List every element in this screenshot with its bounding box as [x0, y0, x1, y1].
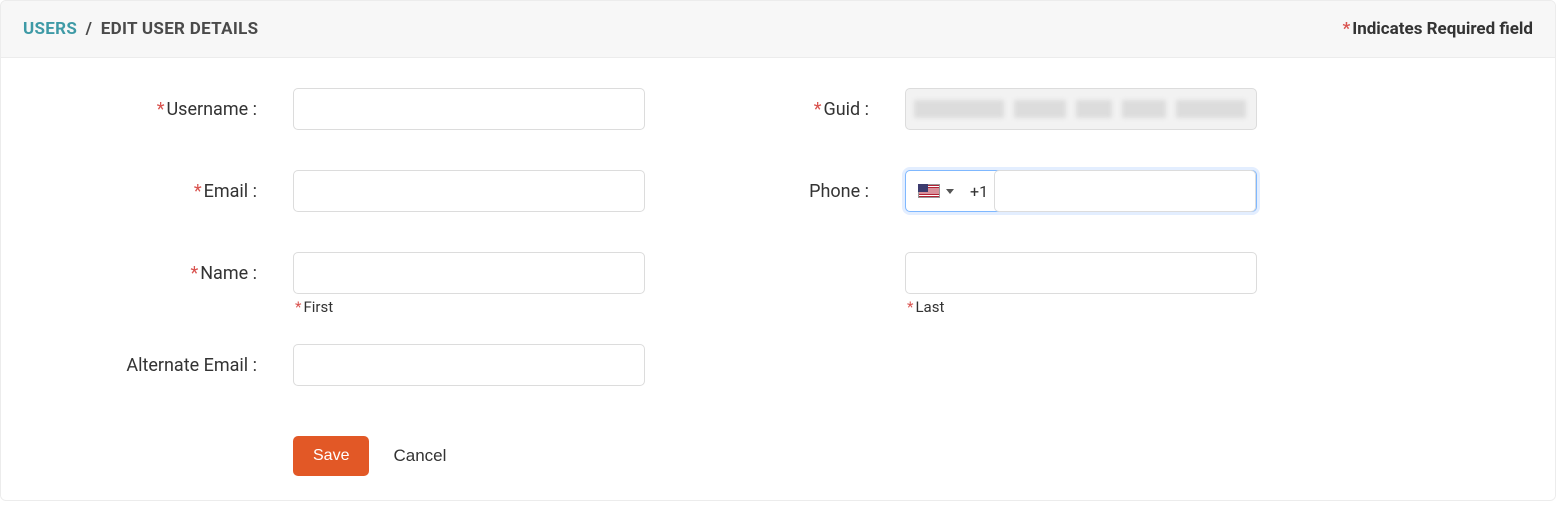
phone-country-select[interactable] [906, 171, 964, 211]
required-star-icon: * [1343, 19, 1351, 39]
last-name-sublabel: *Last [907, 298, 944, 316]
guid-obscured-value [914, 95, 1248, 123]
required-star-icon: * [295, 298, 301, 316]
phone-prefix: +1 [964, 182, 994, 201]
phone-number-input[interactable] [994, 170, 1256, 212]
username-input[interactable] [293, 88, 645, 130]
phone-label: Phone : [805, 181, 905, 202]
us-flag-icon [918, 184, 940, 198]
email-label: *Email : [11, 181, 293, 202]
first-name-input[interactable] [293, 252, 645, 294]
first-name-sublabel: *First [295, 298, 333, 316]
breadcrumb: USERS / EDIT USER DETAILS [23, 19, 258, 39]
form-row-4: Alternate Email : [11, 344, 1545, 386]
edit-user-form: *Username : *Guid : [1, 58, 1555, 500]
save-button[interactable]: Save [293, 436, 369, 476]
edit-user-page: USERS / EDIT USER DETAILS *Indicates Req… [0, 0, 1556, 501]
required-star-icon: * [190, 263, 198, 284]
form-row-1: *Username : *Guid : [11, 88, 1545, 130]
required-star-icon: * [814, 99, 822, 120]
last-name-input[interactable] [905, 252, 1257, 294]
guid-readonly [905, 88, 1257, 130]
username-label: *Username : [11, 99, 293, 120]
breadcrumb-current: EDIT USER DETAILS [101, 19, 259, 39]
alternate-email-label: Alternate Email : [11, 355, 293, 376]
form-actions: Save Cancel [11, 436, 1545, 476]
required-star-icon: * [157, 99, 165, 120]
required-field-note: *Indicates Required field [1343, 19, 1534, 39]
required-star-icon: * [907, 298, 913, 316]
guid-label: *Guid : [805, 99, 905, 120]
form-row-3: *Name : *First *Last [11, 252, 1545, 294]
alternate-email-input[interactable] [293, 344, 645, 386]
required-note-text: Indicates Required field [1352, 19, 1533, 39]
breadcrumb-root[interactable]: USERS [23, 19, 77, 39]
name-label: *Name : [11, 263, 293, 284]
cancel-button[interactable]: Cancel [393, 446, 446, 466]
email-input[interactable] [293, 170, 645, 212]
form-row-2: *Email : Phone : +1 [11, 170, 1545, 212]
required-star-icon: * [194, 181, 202, 202]
phone-input-group[interactable]: +1 [905, 170, 1257, 212]
chevron-down-icon [946, 189, 954, 194]
page-header: USERS / EDIT USER DETAILS *Indicates Req… [1, 1, 1555, 58]
breadcrumb-separator: / [82, 19, 97, 39]
